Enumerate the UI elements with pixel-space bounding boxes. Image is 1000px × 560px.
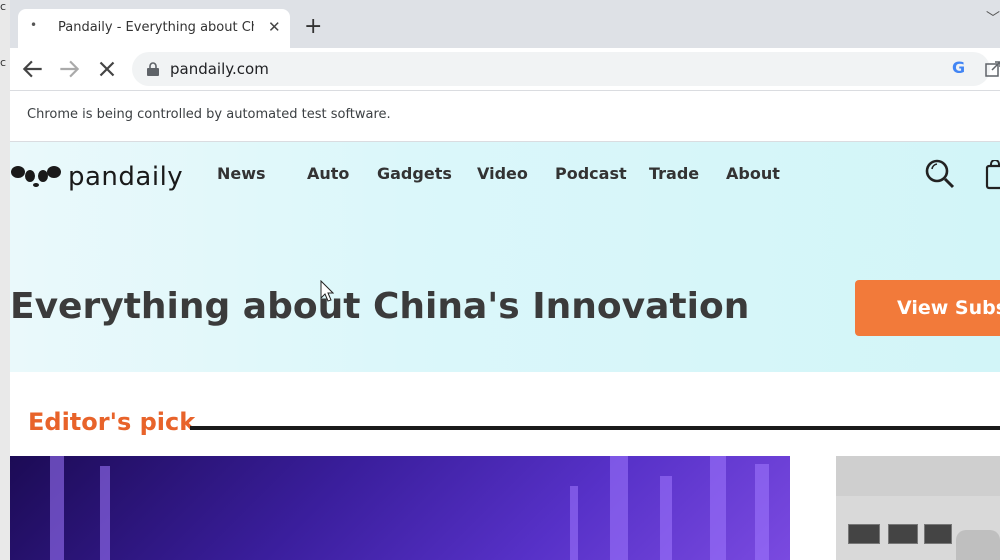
- desktop-glyph: c: [0, 0, 7, 13]
- browser-tab[interactable]: • Pandaily - Everything about China's In…: [18, 9, 290, 48]
- tab-strip: • Pandaily - Everything about China's In…: [10, 0, 1000, 48]
- view-subscriptions-button[interactable]: View Subscriptions: [855, 280, 1000, 336]
- web-page: pandaily News Auto Gadgets Video Podcast…: [10, 142, 1000, 560]
- url-text[interactable]: pandaily.com: [170, 60, 269, 78]
- lock-icon[interactable]: [146, 61, 160, 77]
- nav-auto[interactable]: Auto: [307, 164, 349, 183]
- nav-about[interactable]: About: [726, 164, 780, 183]
- panda-logo-icon: [11, 166, 61, 187]
- infobar-message: Chrome is being controlled by automated …: [27, 107, 391, 122]
- automation-infobar: Chrome is being controlled by automated …: [10, 91, 1000, 142]
- close-tab-icon[interactable]: ✕: [268, 18, 281, 36]
- car-image: [956, 530, 1000, 560]
- favicon-icon: •: [30, 18, 38, 32]
- google-icon[interactable]: G: [952, 58, 965, 77]
- logo-text: pandaily: [68, 162, 184, 192]
- tab-search-chevron-icon[interactable]: ﹀: [986, 8, 1000, 28]
- search-icon[interactable]: [924, 158, 956, 190]
- address-bar[interactable]: pandaily.com G: [132, 52, 1000, 86]
- tab-title: Pandaily - Everything about China's Inno…: [58, 20, 254, 35]
- nav-podcast[interactable]: Podcast: [555, 164, 627, 183]
- nav-gadgets[interactable]: Gadgets: [377, 164, 452, 183]
- stop-loading-icon[interactable]: [94, 56, 120, 82]
- section-title: Editor's pick: [28, 408, 196, 436]
- share-icon[interactable]: [984, 60, 1000, 78]
- nav-news[interactable]: News: [217, 164, 266, 183]
- site-logo[interactable]: pandaily: [10, 156, 190, 196]
- browser-toolbar: pandaily.com G: [10, 48, 1000, 91]
- desktop-glyph: c: [0, 56, 7, 69]
- nav-video[interactable]: Video: [477, 164, 528, 183]
- mouse-cursor-icon: [320, 280, 334, 302]
- hero-headline: Everything about China's Innovation: [10, 286, 750, 327]
- shopping-bag-icon[interactable]: [985, 160, 1000, 190]
- nav-trade[interactable]: Trade: [649, 164, 699, 183]
- back-arrow-icon[interactable]: [20, 56, 46, 82]
- new-tab-button[interactable]: +: [304, 16, 322, 38]
- forward-arrow-icon[interactable]: [56, 56, 82, 82]
- side-article-image[interactable]: [836, 456, 1000, 560]
- section-divider: [190, 426, 1000, 430]
- featured-article-image[interactable]: [10, 456, 790, 560]
- hero-banner: pandaily News Auto Gadgets Video Podcast…: [10, 142, 1000, 372]
